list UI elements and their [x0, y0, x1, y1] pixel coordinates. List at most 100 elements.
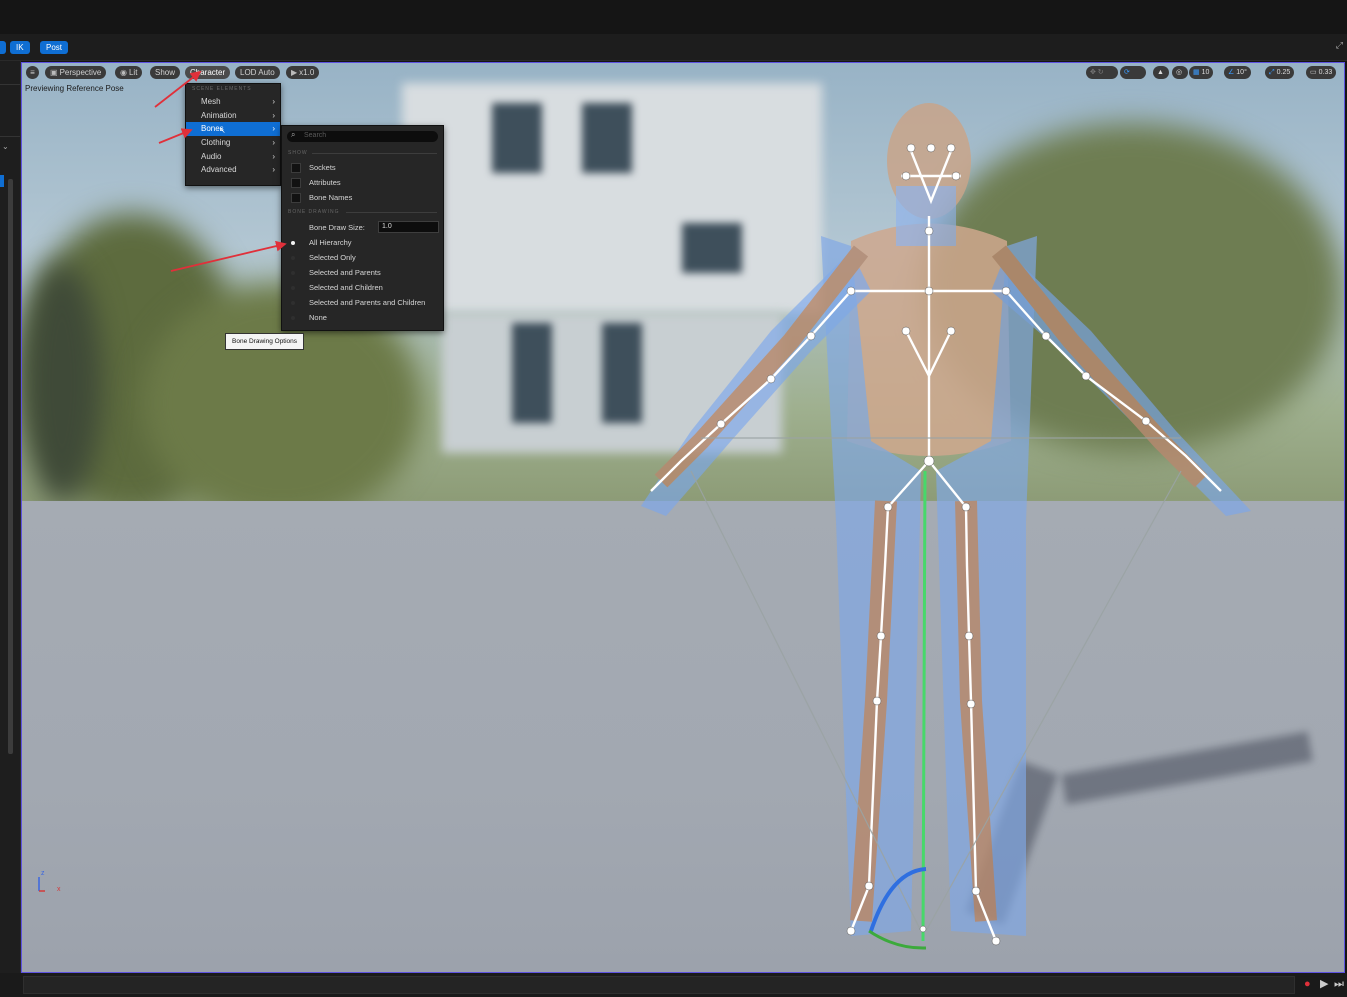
- menu-item-audio[interactable]: Audio ›: [186, 150, 280, 164]
- selected-and-parents-label[interactable]: Selected and Parents: [309, 268, 381, 277]
- search-placeholder: Search: [304, 132, 327, 139]
- menu-item-label: Mesh: [201, 97, 221, 106]
- viewport-menu-button[interactable]: ≡: [26, 66, 39, 79]
- bone-joint: [766, 374, 776, 384]
- move-icon: ✥ ↻: [1090, 69, 1104, 76]
- section-divider: [312, 153, 437, 154]
- mode-tab-bar: IK Post ⤢: [0, 34, 1347, 61]
- menu-item-clothing[interactable]: Clothing ›: [186, 136, 280, 150]
- selected-and-children-radio[interactable]: [291, 286, 295, 290]
- none-label[interactable]: None: [309, 313, 327, 322]
- character-skeleton[interactable]: [22, 63, 1344, 972]
- hamburger-icon: ≡: [30, 68, 35, 77]
- chevron-right-icon: ›: [272, 110, 275, 120]
- menu-item-label: Animation: [201, 110, 237, 120]
- menu-item-label: Advanced: [201, 165, 237, 175]
- timeline-bar: ● ▶ ⏭: [0, 973, 1347, 997]
- bone-draw-size-label: Bone Draw Size:: [309, 223, 365, 232]
- bone-joint: [901, 326, 911, 336]
- chevron-right-icon: ›: [272, 151, 275, 161]
- chevron-down-icon[interactable]: ⌄: [2, 142, 9, 151]
- tab-partial[interactable]: [0, 41, 6, 54]
- viewport[interactable]: ≡ ▣ Perspective ◉ Lit Show Character LOD A…: [21, 62, 1345, 973]
- selected-only-label[interactable]: Selected Only: [309, 253, 356, 262]
- bone-joint: [1041, 331, 1051, 341]
- selected-parents-children-radio[interactable]: [291, 301, 295, 305]
- bone-joint: [1081, 371, 1091, 381]
- play-icon: ▶: [291, 68, 298, 77]
- search-input[interactable]: ⌕ Search: [287, 130, 438, 142]
- all-hierarchy-radio[interactable]: [291, 241, 295, 245]
- selected-and-children-label[interactable]: Selected and Children: [309, 283, 383, 292]
- world-local-toggle[interactable]: ⟳: [1120, 66, 1146, 79]
- play-speed-label: x1.0: [299, 68, 315, 77]
- transform-mode-group[interactable]: ✥ ↻: [1086, 66, 1118, 79]
- angle-icon: ∠: [1228, 69, 1235, 76]
- panel-divider: [0, 136, 20, 137]
- left-panel: ⌄: [0, 61, 21, 997]
- none-radio[interactable]: [291, 316, 295, 320]
- character-button[interactable]: Character: [185, 66, 231, 79]
- character-menu: SCENE ELEMENTS Mesh › Animation › Bones ↖ › …: [185, 83, 281, 186]
- bone-names-label: Bone Names: [309, 193, 353, 202]
- bone-drawing-section-header: BONE DRAWING: [288, 209, 340, 215]
- bone-joint: [923, 455, 935, 467]
- chevron-right-icon: ›: [272, 124, 275, 134]
- selected-only-radio[interactable]: [291, 256, 295, 260]
- surface-snap-button[interactable]: ▲: [1153, 66, 1169, 79]
- chevron-right-icon: ›: [272, 97, 275, 106]
- all-hierarchy-label[interactable]: All Hierarchy: [309, 238, 352, 247]
- selected-and-parents-radio[interactable]: [291, 271, 295, 275]
- rotation-snap-button[interactable]: ∠ 10°: [1224, 66, 1251, 79]
- sockets-label: Sockets: [309, 163, 336, 172]
- play-speed-button[interactable]: ▶ x1.0: [286, 66, 320, 79]
- grid-snap-button[interactable]: ▦ 10: [1189, 66, 1214, 79]
- scale-snap-value: 0.25: [1276, 69, 1291, 76]
- selected-parents-children-label[interactable]: Selected and Parents and Children: [309, 298, 425, 307]
- character-neck: [896, 186, 956, 246]
- sockets-checkbox[interactable]: [291, 163, 301, 173]
- bone-joint: [946, 143, 956, 153]
- lit-label: Lit: [128, 68, 138, 77]
- lod-button[interactable]: LOD Auto: [235, 66, 280, 79]
- record-icon[interactable]: ●: [1304, 977, 1311, 991]
- bone-joint: [1141, 416, 1151, 426]
- bone-joint: [806, 331, 816, 341]
- refresh-icon: ⟳: [1124, 69, 1130, 76]
- camera-speed-value: 0.33: [1318, 69, 1333, 76]
- bone-draw-size-input[interactable]: 1.0: [378, 221, 439, 233]
- menu-item-animation[interactable]: Animation ›: [186, 109, 280, 123]
- play-icon[interactable]: ▶: [1320, 977, 1328, 991]
- menu-item-bones[interactable]: Bones ↖ ›: [186, 122, 280, 137]
- perspective-label: Perspective: [59, 68, 102, 77]
- tab-ik[interactable]: IK: [10, 41, 30, 54]
- pin-icon[interactable]: ⤢: [1336, 40, 1343, 51]
- bone-names-checkbox[interactable]: [291, 193, 301, 203]
- gizmo-button[interactable]: ◎: [1172, 66, 1188, 79]
- bone-joint: [991, 936, 1001, 946]
- bone-joint: [964, 631, 974, 641]
- bone-joint: [906, 143, 916, 153]
- step-forward-icon[interactable]: ⏭: [1334, 977, 1344, 991]
- show-button[interactable]: Show: [150, 66, 181, 79]
- rotation-snap-value: 10°: [1236, 69, 1247, 76]
- title-bar: [0, 0, 1347, 34]
- scale-snap-button[interactable]: ⤢ 0.25: [1265, 66, 1295, 79]
- selection-marker: [0, 175, 4, 187]
- bone-drawing-tooltip: Bone Drawing Options: [225, 333, 305, 350]
- perspective-button[interactable]: ▣ Perspective: [45, 66, 107, 79]
- attributes-checkbox[interactable]: [291, 178, 301, 188]
- bone-joint: [951, 171, 961, 181]
- menu-item-mesh[interactable]: Mesh ›: [186, 95, 280, 109]
- timeline-track[interactable]: [23, 976, 1295, 994]
- scale-icon: ⤢: [1269, 69, 1275, 76]
- tab-post[interactable]: Post: [40, 41, 69, 54]
- bones-submenu: ⌕ Search SHOW Sockets Attributes Bone Na…: [281, 125, 444, 331]
- camera-speed-icon: ▭: [1310, 69, 1317, 76]
- panel-scrollbar[interactable]: [8, 179, 13, 754]
- snap-icon: ▲: [1157, 69, 1164, 76]
- camera-speed-button[interactable]: ▭ 0.33: [1306, 66, 1337, 79]
- bone-joint: [966, 699, 976, 709]
- lit-button[interactable]: ◉ Lit: [115, 66, 143, 79]
- menu-item-advanced[interactable]: Advanced ›: [186, 163, 280, 177]
